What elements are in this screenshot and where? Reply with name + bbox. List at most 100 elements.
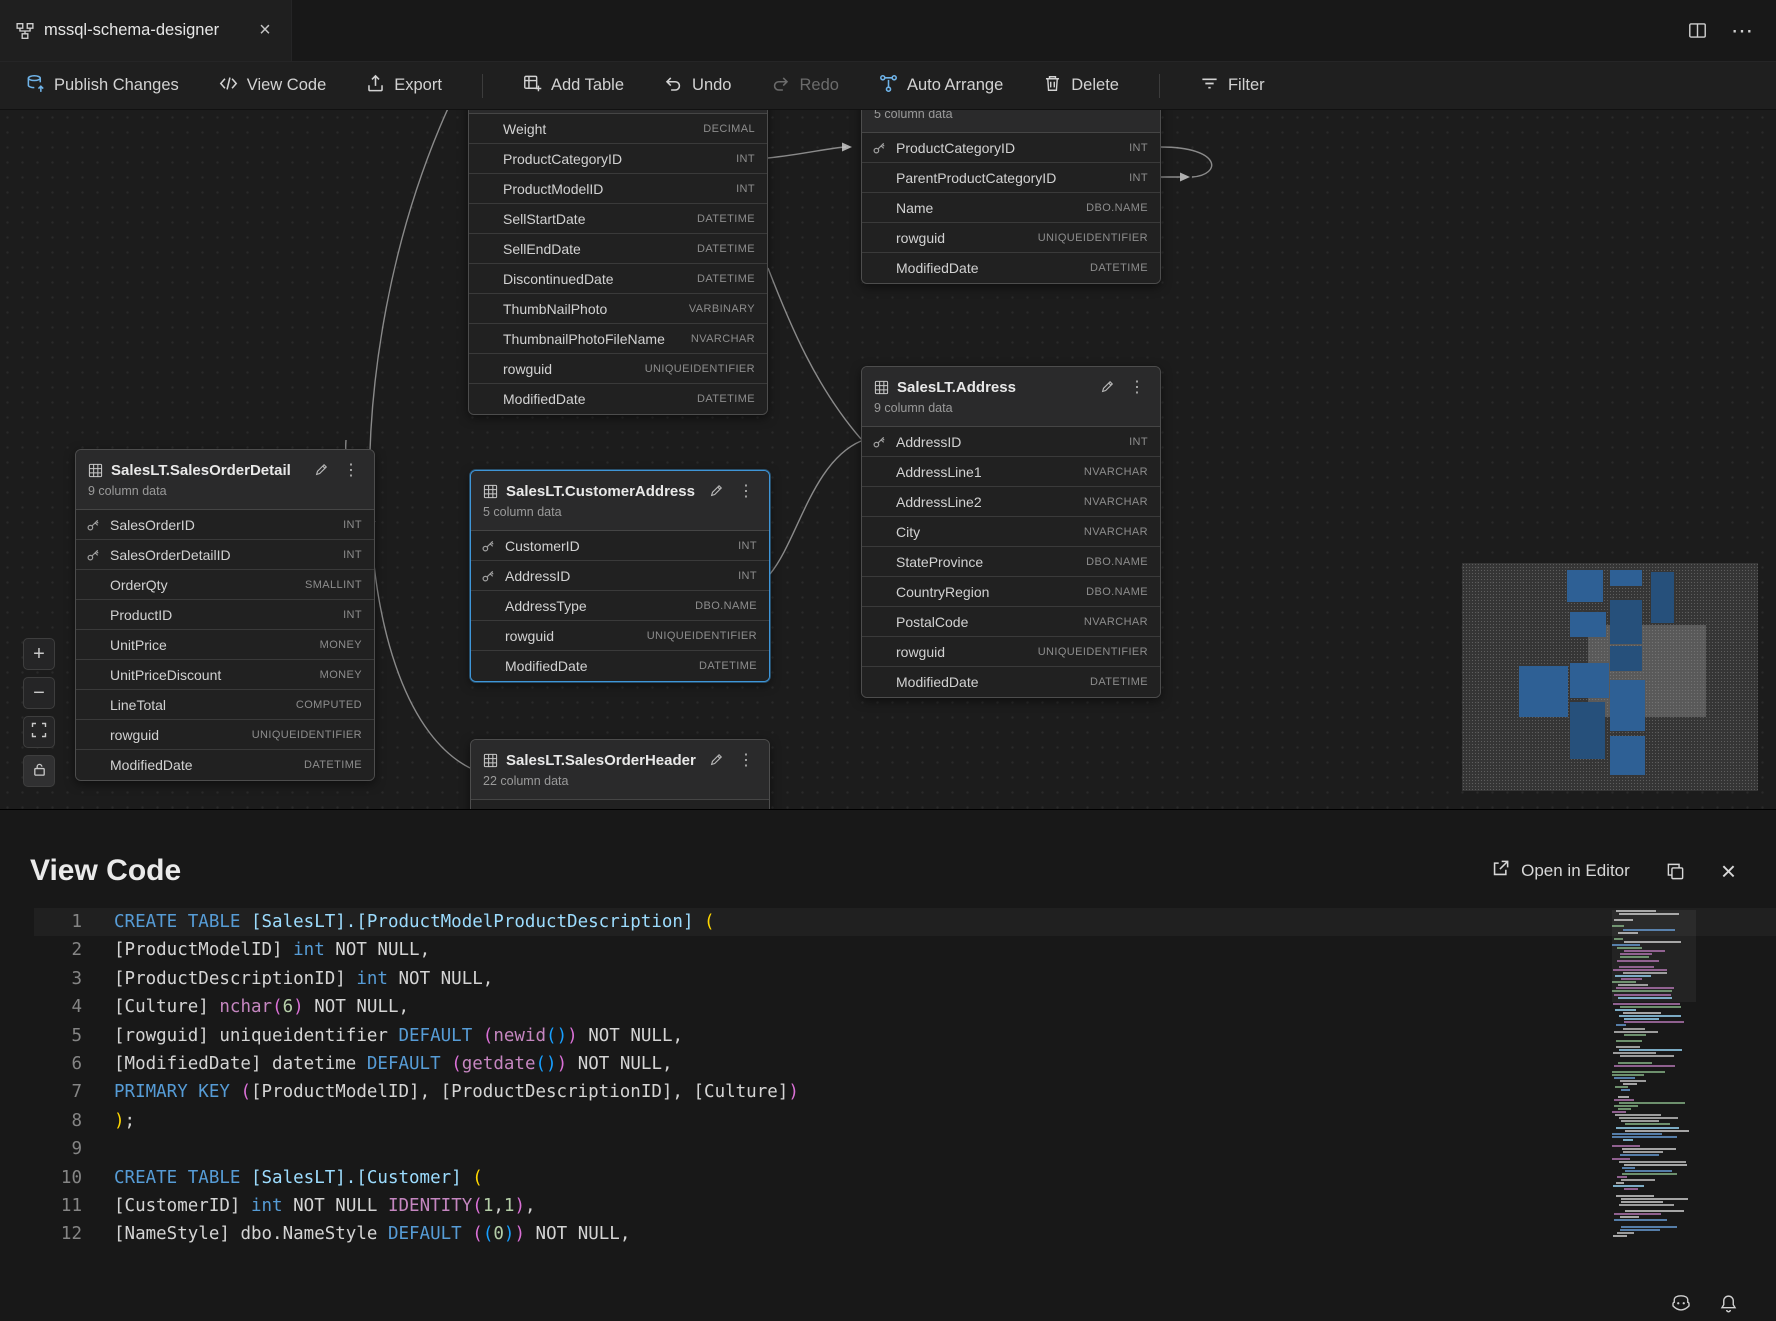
edit-table-icon[interactable] [1096, 380, 1118, 394]
column-row[interactable]: AddressLine1NVARCHAR [862, 457, 1160, 487]
code-minimap[interactable] [1612, 910, 1696, 1246]
table-SalesLT.SalesOrderHeader[interactable]: SalesLT.SalesOrderHeader⋮22 column dataS… [470, 739, 770, 809]
column-row[interactable]: LineTotalCOMPUTED [76, 690, 374, 720]
table-SalesLT.SalesOrderDetail[interactable]: SalesLT.SalesOrderDetail⋮9 column dataSa… [75, 449, 375, 781]
table-header[interactable]: SalesLT.SalesOrderDetail⋮9 column data [76, 450, 374, 510]
column-row[interactable]: ParentProductCategoryIDINT [862, 163, 1160, 193]
column-row[interactable]: SalesOrderDetailIDINT [76, 540, 374, 570]
column-row[interactable]: SalesOrderIDINT [76, 510, 374, 540]
column-row[interactable]: SellStartDateDATETIME [469, 204, 767, 234]
column-row[interactable]: WeightDECIMAL [469, 114, 767, 144]
table-SalesLT.Address[interactable]: SalesLT.Address⋮9 column dataAddressIDIN… [861, 366, 1161, 698]
code-line[interactable]: 10CREATE TABLE [SalesLT].[Customer] ( [34, 1164, 1776, 1192]
delete-button[interactable]: Delete [1043, 74, 1119, 98]
code-line[interactable]: 1CREATE TABLE [SalesLT].[ProductModelPro… [34, 908, 1776, 936]
column-row[interactable]: UnitPriceDiscountMONEY [76, 660, 374, 690]
close-panel-icon[interactable]: × [1721, 858, 1736, 884]
filter-button[interactable]: Filter [1200, 74, 1265, 98]
edit-table-icon[interactable] [705, 484, 727, 498]
table-more-icon[interactable]: ⋮ [735, 481, 757, 501]
code-line[interactable]: 8); [34, 1107, 1776, 1135]
table-header[interactable]: 5 column data [862, 110, 1160, 133]
column-type: DATETIME [697, 243, 755, 255]
column-row[interactable]: AddressIDINT [862, 427, 1160, 457]
code-line[interactable]: 6[ModifiedDate] datetime DEFAULT (getdat… [34, 1050, 1776, 1078]
zoom-out-button[interactable]: − [23, 677, 55, 709]
column-row[interactable]: ModifiedDateDATETIME [471, 651, 769, 681]
column-row[interactable]: ModifiedDateDATETIME [76, 750, 374, 780]
column-row[interactable]: CountryRegionDBO.NAME [862, 577, 1160, 607]
edit-table-icon[interactable] [705, 753, 727, 767]
copilot-icon[interactable] [1671, 1293, 1691, 1313]
code-editor[interactable]: 1CREATE TABLE [SalesLT].[ProductModelPro… [34, 908, 1776, 1249]
table-partial[interactable]: 5 column dataProductCategoryIDINTParentP… [861, 110, 1161, 284]
column-row[interactable]: rowguidUNIQUEIDENTIFIER [469, 354, 767, 384]
column-row[interactable]: AddressIDINT [471, 561, 769, 591]
lock-button[interactable] [23, 755, 55, 787]
column-row[interactable]: SellEndDateDATETIME [469, 234, 767, 264]
column-row[interactable]: ProductIDINT [76, 600, 374, 630]
code-line[interactable]: 4[Culture] nchar(6) NOT NULL, [34, 993, 1776, 1021]
column-row[interactable]: ModifiedDateDATETIME [862, 667, 1160, 697]
diagram-canvas[interactable]: + − WeightDECIMALProductCategoryIDINTPro… [0, 110, 1776, 809]
column-row[interactable]: ProductModelIDINT [469, 174, 767, 204]
column-row[interactable]: AddressLine2NVARCHAR [862, 487, 1160, 517]
auto-arrange-button[interactable]: Auto Arrange [879, 74, 1003, 98]
column-row[interactable]: OrderQtySMALLINT [76, 570, 374, 600]
table-partial[interactable]: WeightDECIMALProductCategoryIDINTProduct… [468, 110, 768, 415]
edit-table-icon[interactable] [310, 463, 332, 477]
column-row[interactable]: rowguidUNIQUEIDENTIFIER [471, 621, 769, 651]
more-actions-icon[interactable]: ⋯ [1731, 18, 1754, 44]
column-row[interactable]: CustomerIDINT [471, 531, 769, 561]
column-row[interactable]: NameDBO.NAME [862, 193, 1160, 223]
column-row[interactable]: StateProvinceDBO.NAME [862, 547, 1160, 577]
column-row[interactable]: ModifiedDateDATETIME [469, 384, 767, 414]
table-more-icon[interactable]: ⋮ [340, 460, 362, 480]
column-row[interactable]: UnitPriceMONEY [76, 630, 374, 660]
code-line[interactable]: 3[ProductDescriptionID] int NOT NULL, [34, 965, 1776, 993]
column-row[interactable]: SalesOrderIDINT [471, 800, 769, 809]
split-editor-icon[interactable] [1688, 21, 1707, 40]
zoom-in-button[interactable]: + [23, 638, 55, 670]
add-table-button[interactable]: Add Table [523, 74, 624, 98]
publish-changes-button[interactable]: Publish Changes [26, 74, 179, 98]
table-header[interactable]: SalesLT.Address⋮9 column data [862, 367, 1160, 427]
column-row[interactable]: PostalCodeNVARCHAR [862, 607, 1160, 637]
column-type: DBO.NAME [1086, 202, 1148, 214]
table-header[interactable]: SalesLT.CustomerAddress⋮5 column data [471, 471, 769, 531]
table-more-icon[interactable]: ⋮ [735, 750, 757, 770]
column-name: OrderQty [110, 577, 305, 593]
diagram-minimap[interactable] [1462, 563, 1758, 791]
column-row[interactable]: ProductCategoryIDINT [469, 144, 767, 174]
code-line[interactable]: 7PRIMARY KEY ([ProductModelID], [Product… [34, 1078, 1776, 1106]
column-row[interactable]: rowguidUNIQUEIDENTIFIER [76, 720, 374, 750]
code-line[interactable]: 5[rowguid] uniqueidentifier DEFAULT (new… [34, 1022, 1776, 1050]
copy-code-icon[interactable] [1666, 862, 1685, 881]
column-row[interactable]: ThumbnailPhotoFileNameNVARCHAR [469, 324, 767, 354]
tab-mssql-schema-designer[interactable]: mssql-schema-designer × [0, 0, 292, 61]
redo-button[interactable]: Redo [771, 74, 838, 98]
column-row[interactable]: CityNVARCHAR [862, 517, 1160, 547]
column-row[interactable]: rowguidUNIQUEIDENTIFIER [862, 223, 1160, 253]
code-line[interactable]: 11[CustomerID] int NOT NULL IDENTITY(1,1… [34, 1192, 1776, 1220]
table-header[interactable]: SalesLT.SalesOrderHeader⋮22 column data [471, 740, 769, 800]
column-row[interactable]: ProductCategoryIDINT [862, 133, 1160, 163]
fit-view-button[interactable] [23, 716, 55, 748]
column-name: SellEndDate [503, 241, 697, 257]
code-line[interactable]: 9 [34, 1135, 1776, 1163]
view-code-button[interactable]: View Code [219, 74, 327, 98]
column-row[interactable]: DiscontinuedDateDATETIME [469, 264, 767, 294]
tab-close-icon[interactable]: × [253, 19, 277, 43]
notifications-bell-icon[interactable] [1719, 1294, 1738, 1313]
code-line[interactable]: 12[NameStyle] dbo.NameStyle DEFAULT ((0)… [34, 1220, 1776, 1248]
table-more-icon[interactable]: ⋮ [1126, 377, 1148, 397]
column-row[interactable]: rowguidUNIQUEIDENTIFIER [862, 637, 1160, 667]
table-SalesLT.CustomerAddress[interactable]: SalesLT.CustomerAddress⋮5 column dataCus… [470, 470, 770, 682]
undo-button[interactable]: Undo [664, 74, 731, 98]
code-line[interactable]: 2[ProductModelID] int NOT NULL, [34, 936, 1776, 964]
column-row[interactable]: AddressTypeDBO.NAME [471, 591, 769, 621]
export-button[interactable]: Export [366, 74, 442, 98]
column-row[interactable]: ModifiedDateDATETIME [862, 253, 1160, 283]
open-in-editor-button[interactable]: Open in Editor [1491, 859, 1630, 883]
column-row[interactable]: ThumbNailPhotoVARBINARY [469, 294, 767, 324]
